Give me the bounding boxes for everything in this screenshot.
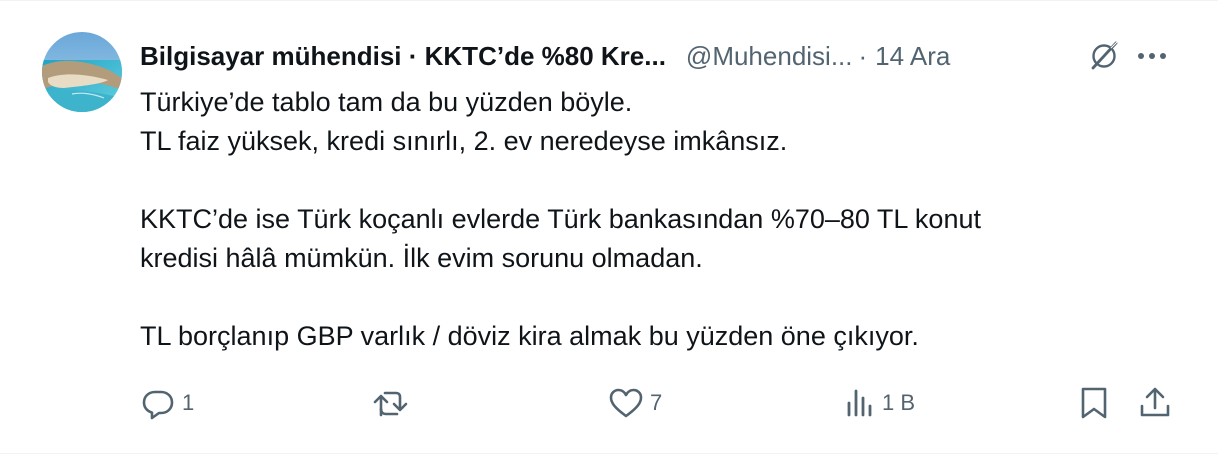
tweet-header: Bilgisayar mühendisi · KKTC’de %80 Kre..… [140, 34, 1180, 78]
bookmark-button[interactable] [1078, 381, 1110, 425]
tweet-line: kredisi hâlâ mümkün. İlk evim sorunu olm… [140, 243, 703, 273]
reply-icon [140, 385, 176, 421]
tweet-line: TL borçlanıp GBP varlık / döviz kira alm… [140, 321, 919, 351]
like-count: 7 [650, 390, 663, 415]
avatar[interactable] [42, 32, 122, 112]
like-button[interactable]: 7 [608, 381, 662, 425]
action-bar: 1 7 1 B [140, 381, 1180, 425]
display-name[interactable]: Bilgisayar mühendisi · KKTC’de %80 Kre..… [140, 41, 666, 72]
user-handle[interactable]: @Muhendisi... [686, 41, 853, 72]
share-icon [1138, 385, 1172, 421]
tweet-time[interactable]: 14 Ara [875, 41, 950, 72]
bookmark-icon [1078, 385, 1110, 421]
views-count: 1 B [882, 390, 916, 415]
share-button[interactable] [1138, 381, 1172, 425]
tweet-line-break [140, 278, 1160, 317]
tweet-text: Türkiye’de tablo tam da bu yüzden böyle.… [140, 83, 1160, 356]
retweet-button[interactable] [372, 381, 416, 425]
reply-count: 1 [182, 390, 195, 415]
retweet-icon [372, 385, 410, 421]
tweet-line: KKTC’de ise Türk koçanlı evlerde Türk ba… [140, 204, 981, 234]
tweet-card[interactable]: Bilgisayar mühendisi · KKTC’de %80 Kre..… [0, 0, 1218, 454]
more-icon[interactable] [1132, 36, 1172, 76]
separator-dot: · [858, 40, 868, 71]
tweet-line-break [140, 161, 1160, 200]
reply-button[interactable]: 1 [140, 381, 194, 425]
grok-icon[interactable] [1084, 36, 1124, 76]
tweet-line: TL faiz yüksek, kredi sınırlı, 2. ev ner… [140, 126, 788, 156]
heart-icon [608, 385, 644, 421]
tweet-line: Türkiye’de tablo tam da bu yüzden böyle. [140, 87, 633, 117]
views-button[interactable]: 1 B [844, 381, 915, 425]
views-icon [844, 385, 876, 421]
